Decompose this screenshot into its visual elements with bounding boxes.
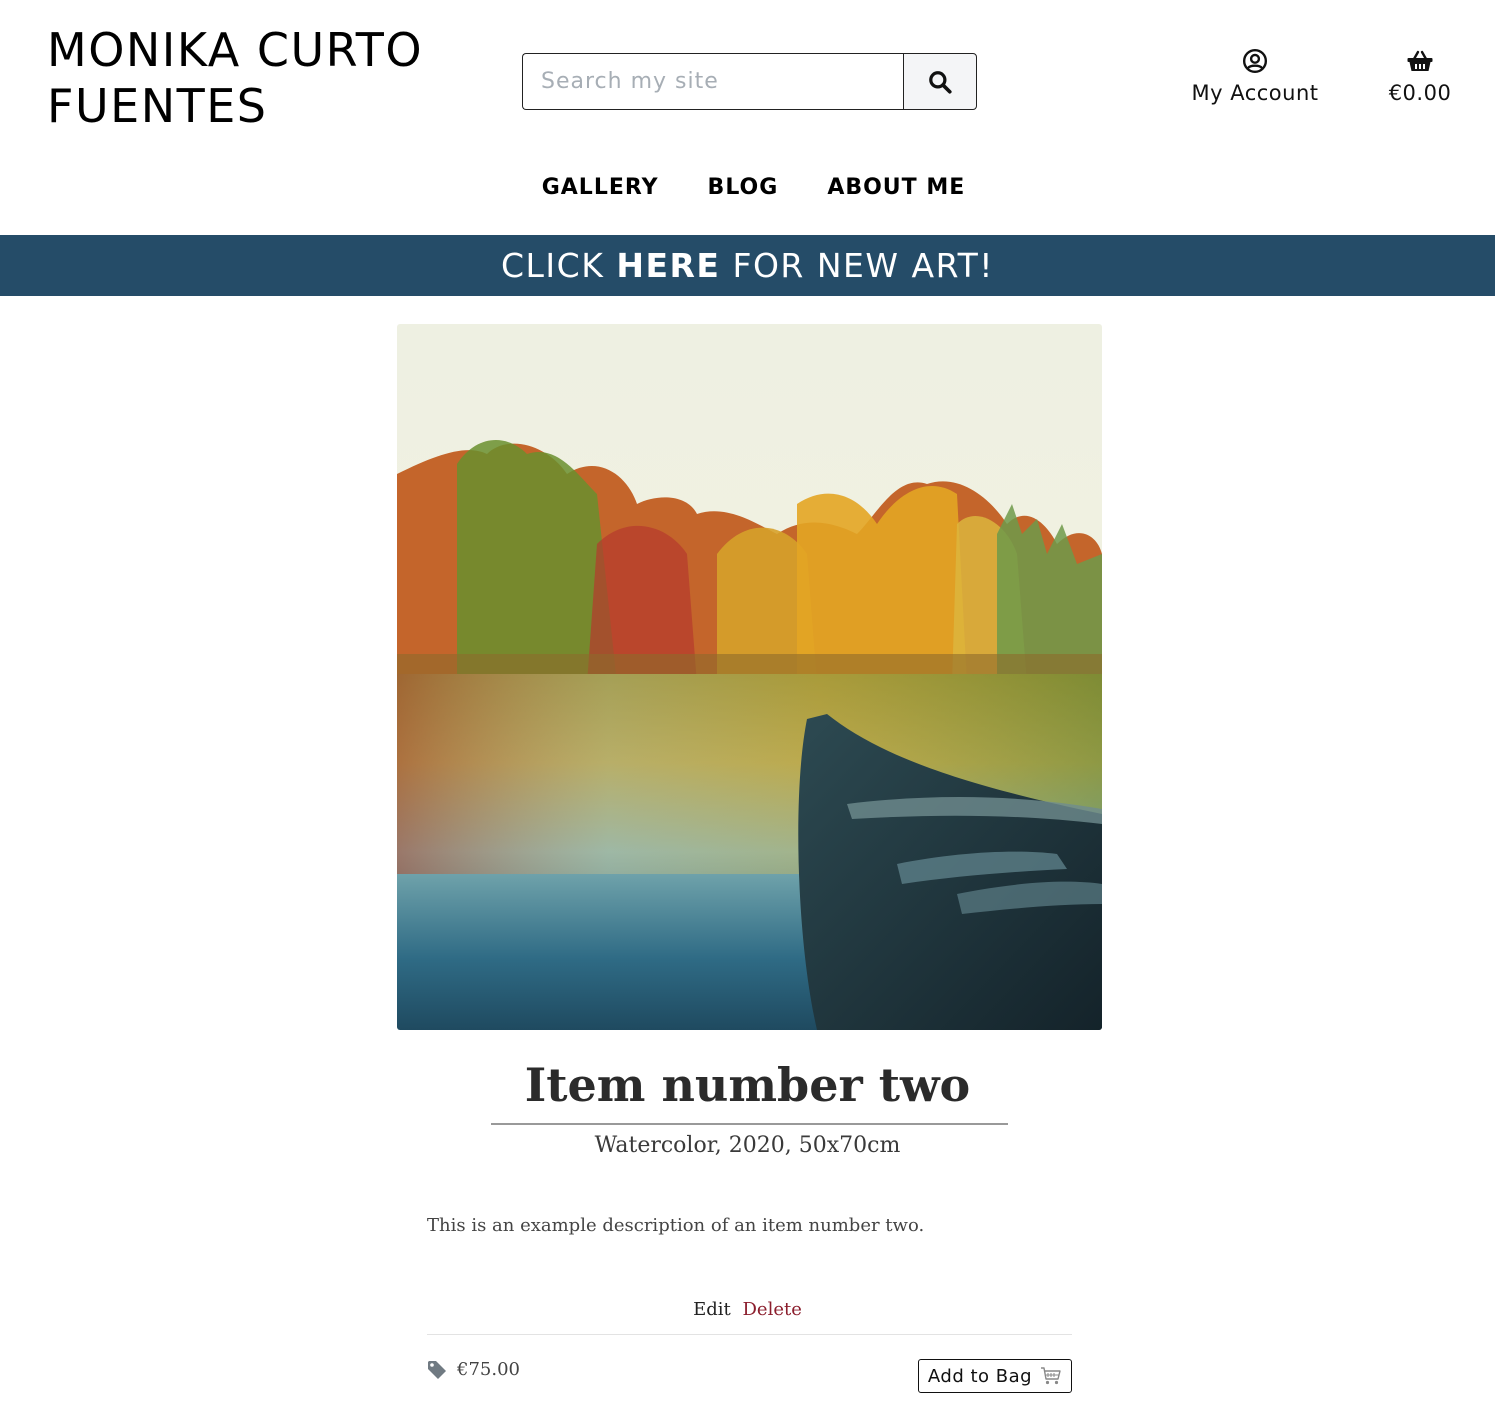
nav-blog[interactable]: BLOG [708, 175, 779, 200]
search-icon [929, 70, 952, 94]
price-value: €75.00 [457, 1359, 520, 1380]
product-image [397, 324, 1102, 1030]
product-price: €75.00 [427, 1359, 520, 1380]
banner-text-here: HERE [616, 246, 721, 285]
title-divider [491, 1123, 1008, 1125]
delete-link[interactable]: Delete [743, 1299, 802, 1320]
bag-total: €0.00 [1388, 81, 1452, 105]
my-account-label: My Account [1191, 81, 1319, 105]
edit-link[interactable]: Edit [693, 1299, 731, 1320]
search-input[interactable] [522, 53, 903, 110]
product-subtitle: Watercolor, 2020, 50x70cm [594, 1133, 901, 1158]
add-to-bag-button[interactable]: Add to Bag [918, 1359, 1072, 1393]
price-tag-icon [428, 1360, 446, 1379]
my-account-link[interactable]: My Account [1180, 46, 1330, 105]
watercolor-lake-boat-painting [397, 324, 1102, 1030]
nav-about-me[interactable]: ABOUT ME [827, 175, 965, 200]
banner-text-click: CLICK [501, 246, 617, 285]
search-button[interactable] [903, 53, 977, 110]
product-footer-divider [427, 1334, 1072, 1335]
nav-gallery[interactable]: GALLERY [542, 175, 659, 200]
product-description: This is an example description of an ite… [427, 1215, 925, 1236]
banner-text-rest: FOR NEW ART! [720, 246, 994, 285]
shopping-bag-link[interactable]: €0.00 [1375, 46, 1465, 105]
main-nav: GALLERY BLOG ABOUT ME [0, 175, 1495, 200]
new-art-banner[interactable]: CLICK HERE FOR NEW ART! [0, 235, 1495, 296]
site-header: MONIKA CURTO FUENTES My Account [0, 0, 1495, 235]
search-form [522, 53, 977, 110]
brand-logo-link[interactable]: MONIKA CURTO FUENTES [47, 22, 467, 134]
cart-icon [1041, 1367, 1061, 1385]
shopping-basket-icon [1407, 50, 1433, 71]
user-circle-icon [1242, 48, 1268, 74]
add-to-bag-label: Add to Bag [927, 1365, 1033, 1387]
product-title: Item number two [524, 1058, 971, 1112]
admin-links: Edit Delete [0, 1299, 1495, 1320]
